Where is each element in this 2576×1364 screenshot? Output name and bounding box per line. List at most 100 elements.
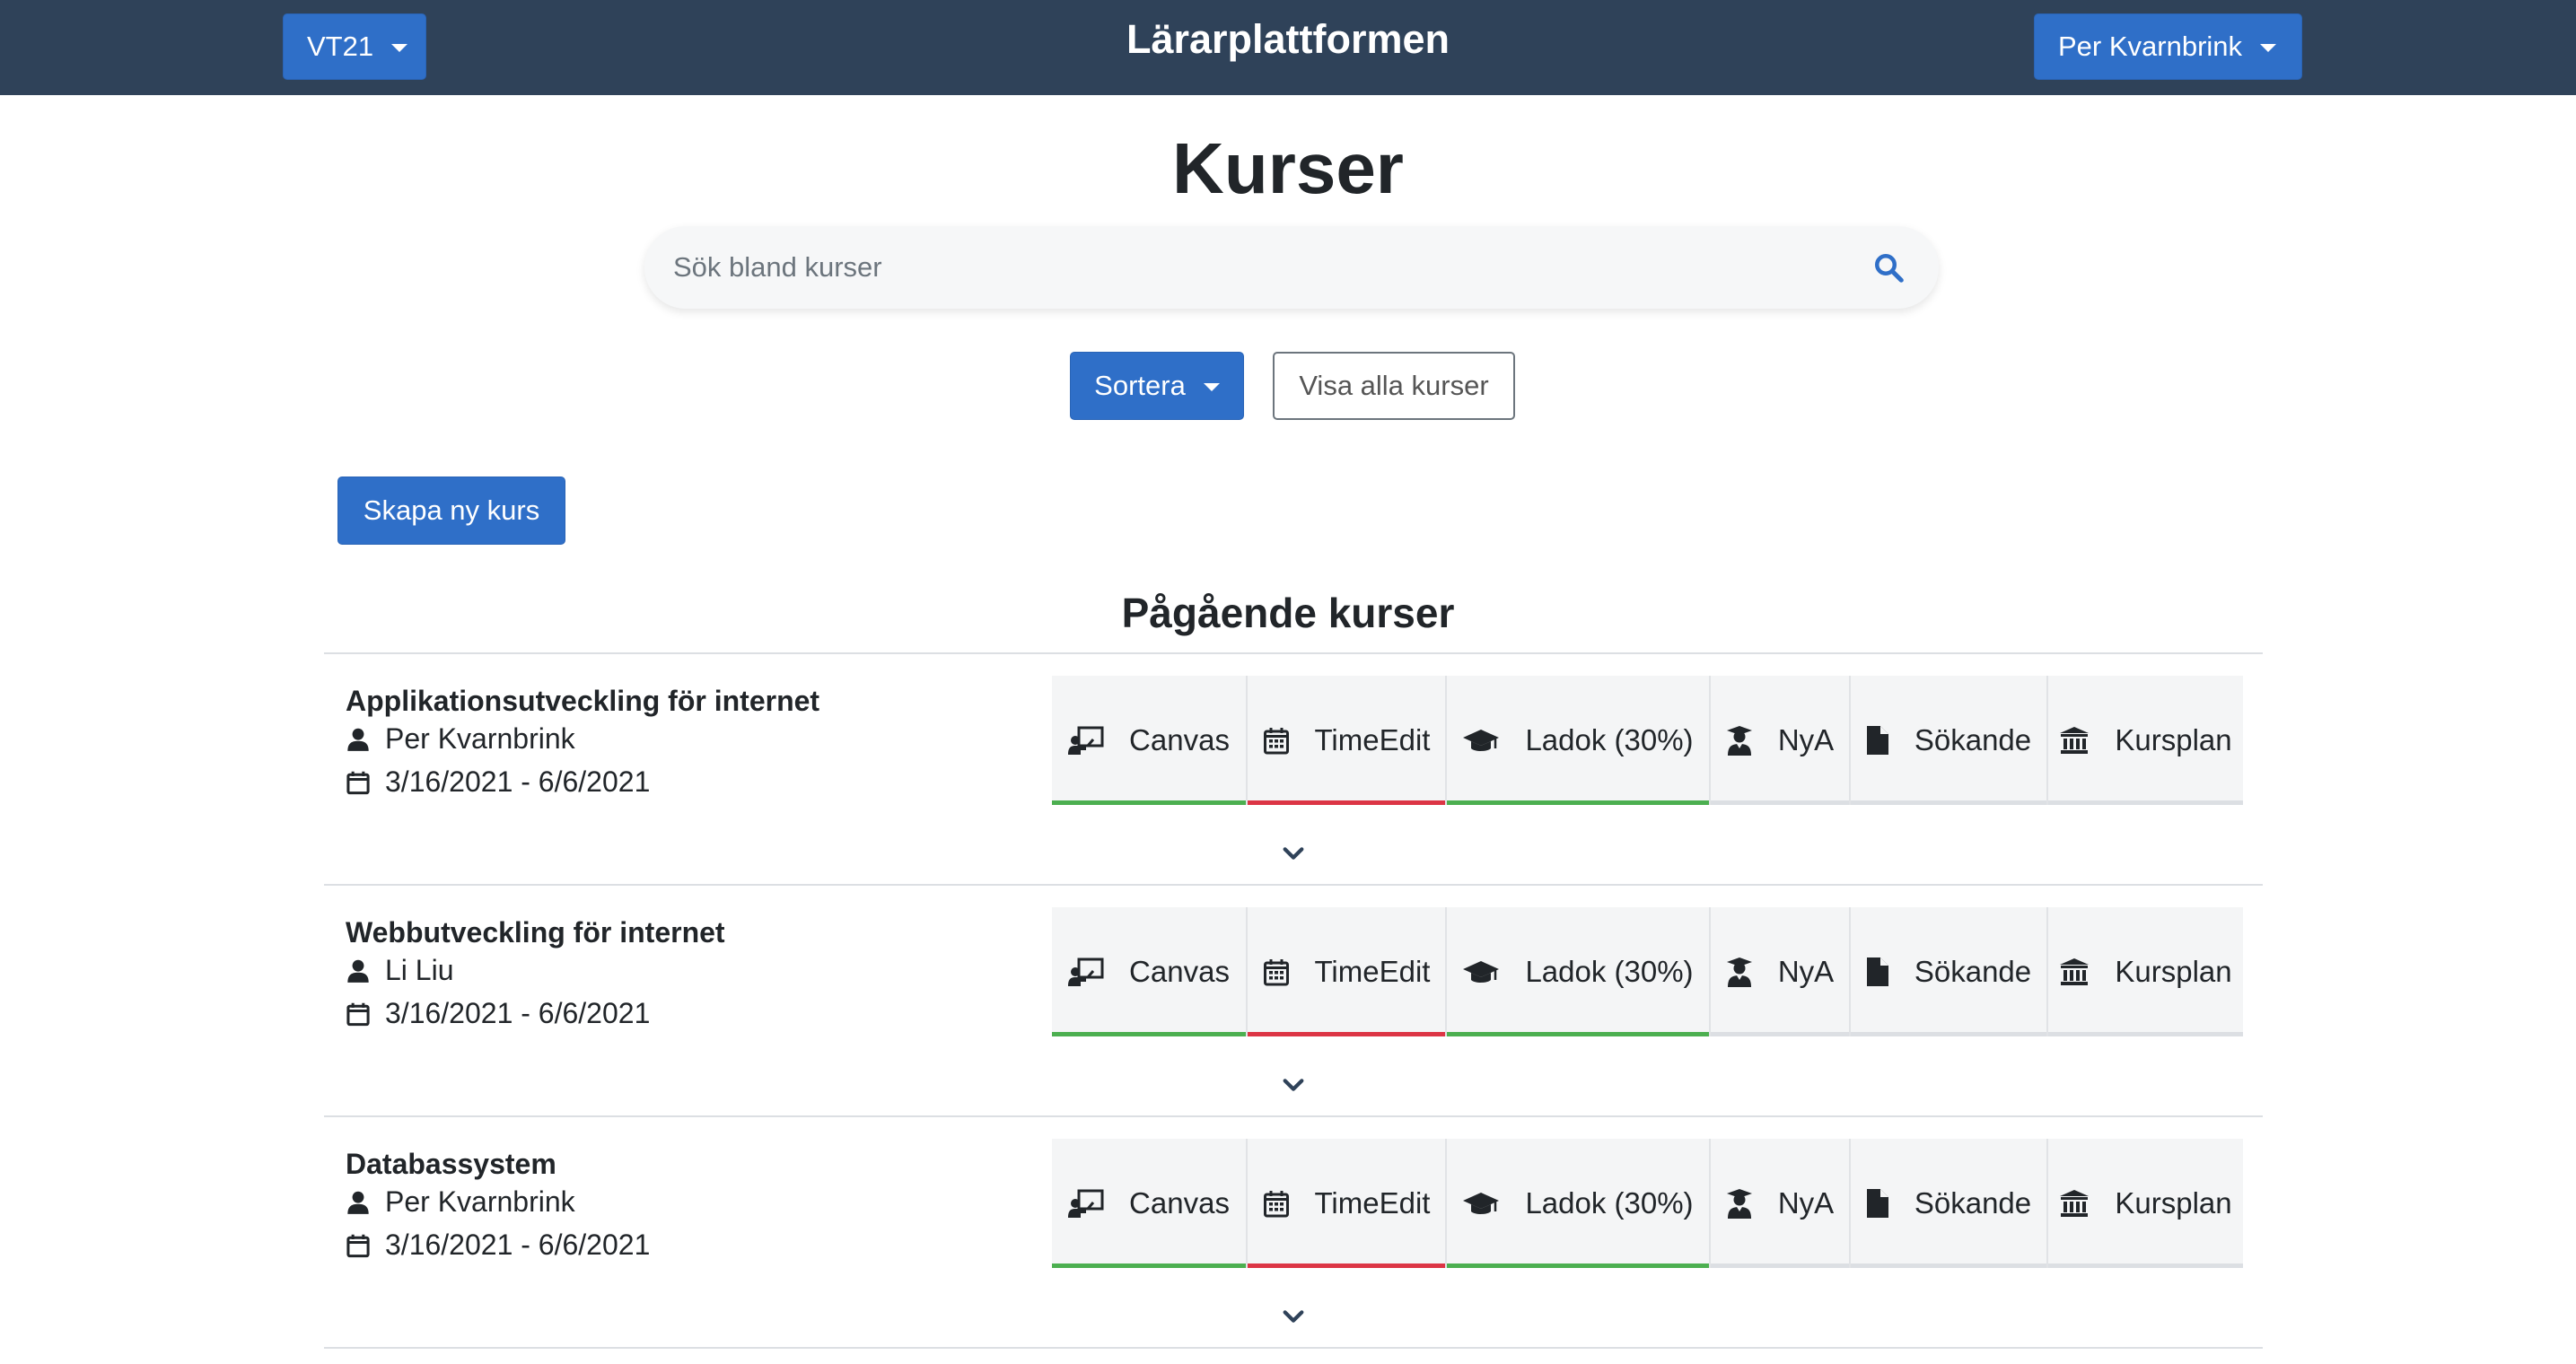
divider	[324, 884, 2263, 886]
status-indicator	[1052, 1263, 1246, 1268]
tab-label: Ladok (30%)	[1525, 955, 1694, 988]
teacher-name: Per Kvarnbrink	[385, 722, 575, 755]
tab-canvas[interactable]: Canvas	[1052, 907, 1248, 1036]
file-icon	[1866, 1188, 1902, 1219]
tab-label: TimeEdit	[1314, 955, 1431, 988]
tab-label: NyA	[1777, 723, 1835, 756]
status-indicator	[1447, 800, 1709, 805]
calendar-icon	[1263, 1189, 1302, 1218]
status-indicator	[1248, 800, 1445, 805]
calendar-outline-icon	[346, 771, 370, 794]
graduation-cap-icon	[1462, 727, 1512, 754]
status-indicator	[1248, 1263, 1445, 1268]
tab-kursplan[interactable]: Kursplan	[2048, 1139, 2243, 1268]
tab-timeedit[interactable]: TimeEdit	[1248, 676, 1447, 805]
status-indicator	[1052, 1032, 1246, 1036]
graduation-cap-icon	[1462, 958, 1512, 985]
dates-text: 3/16/2021 - 6/6/2021	[385, 997, 651, 1029]
course-name: Databassystem	[346, 1148, 556, 1180]
tab-label: NyA	[1777, 955, 1835, 988]
tab-label: Ladok (30%)	[1525, 1186, 1694, 1220]
course-name: Applikationsutveckling för internet	[346, 685, 820, 717]
tab-canvas[interactable]: Canvas	[1052, 1139, 1248, 1268]
tab-canvas[interactable]: Canvas	[1052, 676, 1248, 805]
tab-label: TimeEdit	[1314, 723, 1431, 756]
course-dates: 3/16/2021 - 6/6/2021	[346, 1228, 650, 1262]
chevron-down-icon[interactable]	[1281, 1307, 1306, 1325]
chalkboard-teacher-icon	[1068, 1189, 1117, 1218]
search-input[interactable]	[673, 226, 1822, 309]
search-bar	[644, 226, 1939, 309]
caret-down-icon	[1203, 382, 1220, 391]
course-tabs: Canvas TimeEdit Ladok (30%) NyA Sökande Kursp…	[1052, 1139, 2243, 1268]
status-indicator	[1447, 1263, 1709, 1268]
status-indicator	[1851, 800, 2046, 805]
dates-text: 3/16/2021 - 6/6/2021	[385, 1228, 651, 1261]
chalkboard-teacher-icon	[1068, 957, 1117, 986]
tab-ladok-30[interactable]: Ladok (30%)	[1447, 907, 1711, 1036]
page-title: Kurser	[1172, 128, 1404, 208]
divider	[324, 652, 2263, 654]
status-indicator	[2048, 1263, 2243, 1268]
course-teacher: Li Liu	[346, 954, 454, 987]
search-icon[interactable]	[1872, 251, 1905, 284]
tab-label: TimeEdit	[1314, 1186, 1431, 1220]
status-indicator	[1711, 1032, 1849, 1036]
status-indicator	[1851, 1263, 2046, 1268]
course-tabs: Canvas TimeEdit Ladok (30%) NyA Sökande Kursp…	[1052, 907, 2243, 1036]
university-icon	[2059, 726, 2102, 755]
user-graduate-icon	[1726, 1188, 1766, 1219]
tab-nya[interactable]: NyA	[1711, 1139, 1851, 1268]
tab-timeedit[interactable]: TimeEdit	[1248, 907, 1447, 1036]
chalkboard-teacher-icon	[1068, 726, 1117, 755]
tab-nya[interactable]: NyA	[1711, 907, 1851, 1036]
tab-kursplan[interactable]: Kursplan	[2048, 907, 2243, 1036]
course-dates: 3/16/2021 - 6/6/2021	[346, 765, 650, 799]
tab-kursplan[interactable]: Kursplan	[2048, 676, 2243, 805]
status-indicator	[2048, 1032, 2243, 1036]
tab-label: Kursplan	[2115, 1186, 2232, 1220]
tab-nya[interactable]: NyA	[1711, 676, 1851, 805]
file-icon	[1866, 957, 1902, 987]
tab-label: Sökande	[1914, 1186, 2032, 1220]
divider	[324, 1347, 2263, 1349]
tab-label: Canvas	[1129, 955, 1230, 988]
status-indicator	[2048, 800, 2243, 805]
calendar-icon	[1263, 726, 1302, 755]
course-card: Applikationsutveckling för internet Per …	[324, 665, 2263, 896]
show-all-courses-button[interactable]: Visa alla kurser	[1273, 352, 1515, 420]
tab-label: Canvas	[1129, 1186, 1230, 1220]
graduation-cap-icon	[1462, 1190, 1512, 1217]
tab-ladok-30[interactable]: Ladok (30%)	[1447, 1139, 1711, 1268]
status-indicator	[1052, 800, 1246, 805]
caret-down-icon	[2260, 43, 2277, 52]
teacher-name: Li Liu	[385, 954, 454, 986]
tab-sökande[interactable]: Sökande	[1851, 1139, 2048, 1268]
course-card: Databassystem Per Kvarnbrink 3/16/2021 -…	[324, 1128, 2263, 1360]
user-icon	[347, 959, 369, 983]
chevron-down-icon[interactable]	[1281, 1076, 1306, 1094]
tab-label: Sökande	[1914, 723, 2032, 756]
tab-sökande[interactable]: Sökande	[1851, 676, 2048, 805]
tab-sökande[interactable]: Sökande	[1851, 907, 2048, 1036]
tab-timeedit[interactable]: TimeEdit	[1248, 1139, 1447, 1268]
calendar-outline-icon	[346, 1002, 370, 1026]
course-teacher: Per Kvarnbrink	[346, 1185, 575, 1219]
divider	[324, 1115, 2263, 1117]
course-card: Webbutveckling för internet Li Liu 3/16/…	[324, 896, 2263, 1128]
status-indicator	[1447, 1032, 1709, 1036]
tab-ladok-30[interactable]: Ladok (30%)	[1447, 676, 1711, 805]
calendar-icon	[1263, 957, 1302, 986]
sort-dropdown-button[interactable]: Sortera	[1070, 352, 1244, 420]
teacher-name: Per Kvarnbrink	[385, 1185, 575, 1218]
calendar-outline-icon	[346, 1234, 370, 1257]
status-indicator	[1851, 1032, 2046, 1036]
chevron-down-icon[interactable]	[1281, 844, 1306, 862]
course-dates: 3/16/2021 - 6/6/2021	[346, 997, 650, 1030]
section-title: Pågående kurser	[1121, 590, 1455, 636]
course-name: Webbutveckling för internet	[346, 916, 725, 949]
user-dropdown-button[interactable]: Per Kvarnbrink	[2034, 13, 2302, 80]
user-graduate-icon	[1726, 725, 1766, 756]
create-course-button[interactable]: Skapa ny kurs	[337, 477, 565, 545]
tab-label: Sökande	[1914, 955, 2032, 988]
